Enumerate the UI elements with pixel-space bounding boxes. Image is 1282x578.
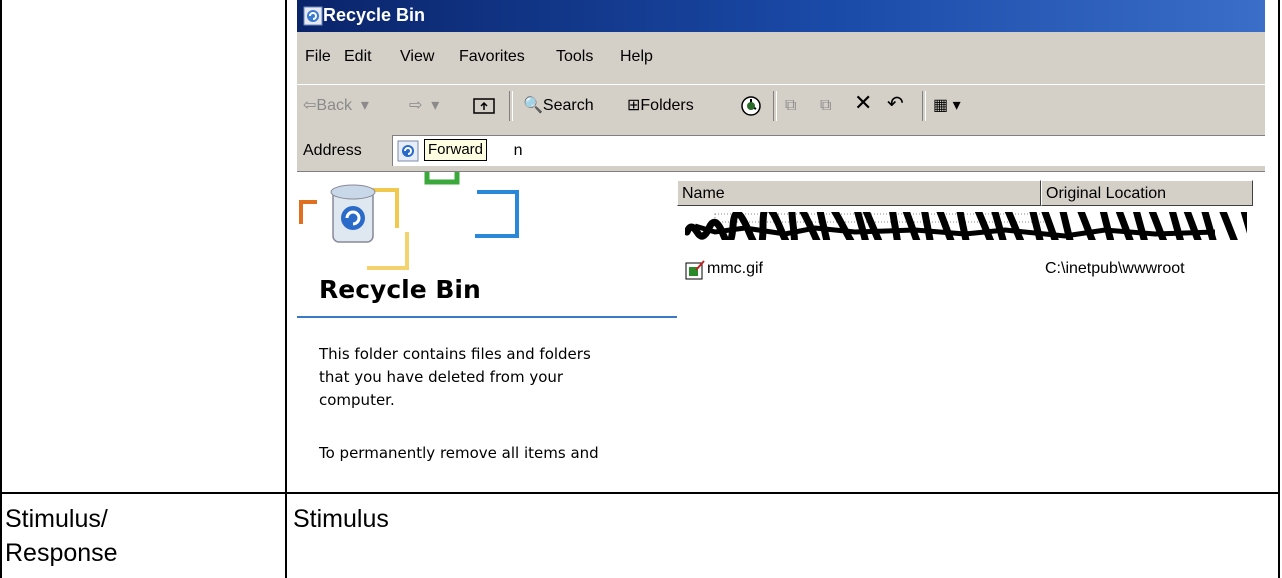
menu-file[interactable]: File	[305, 47, 331, 67]
pane-description: This folder contains files and folders t…	[319, 345, 591, 409]
address-field[interactable]: Rn Forward	[392, 135, 1265, 166]
delete-x-icon: ✕	[854, 90, 873, 115]
row-value: Stimulus	[293, 505, 389, 533]
list-item-location: C:\inetpub\wwwroot	[1045, 260, 1185, 277]
table-row-divider	[0, 492, 1280, 494]
forward-arrow-icon: ⇨	[409, 97, 423, 114]
content-area: Recycle Bin This folder contains files a…	[297, 172, 1265, 463]
views-button[interactable]: ▦ ▾	[933, 95, 961, 117]
pane-title: Recycle Bin	[319, 275, 481, 304]
back-dropdown-icon: ▾	[356, 97, 369, 114]
recycle-bin-icon	[303, 6, 323, 26]
gif-file-icon	[685, 260, 705, 280]
search-label: Search	[542, 97, 594, 114]
views-dropdown-icon: ▾	[952, 97, 961, 114]
up-folder-button[interactable]	[473, 95, 495, 122]
address-label: Address	[303, 142, 362, 159]
menu-bar: File Edit View Favorites Tools Help	[297, 32, 1265, 85]
copy-to-icon: ⧉	[820, 97, 832, 114]
forward-tooltip: Forward	[424, 139, 488, 161]
undo-icon: ↶	[887, 93, 904, 115]
recycle-bin-banner-icon	[299, 172, 519, 270]
menu-tools[interactable]: Tools	[556, 47, 593, 67]
folders-icon: ⊞	[627, 97, 641, 114]
undo-button[interactable]: ↶	[887, 93, 904, 115]
back-label: Back	[316, 97, 352, 114]
toolbar-separator	[773, 91, 777, 121]
move-to-button[interactable]: ⧉	[785, 95, 796, 117]
toolbar-separator	[922, 91, 926, 121]
standard-toolbar: ⇦Back ▾ ⇨ ▾ 🔍Search ⊞Folders ⧉ ⧉ ✕ ↶ ▦ ▾	[297, 85, 1265, 130]
column-header-original-location[interactable]: Original Location	[1041, 180, 1253, 206]
folders-button[interactable]: ⊞Folders	[627, 95, 694, 117]
search-button[interactable]: 🔍Search	[523, 95, 594, 117]
up-folder-icon	[473, 98, 495, 114]
address-bar: Address Rn Forward	[297, 129, 1265, 172]
menu-help[interactable]: Help	[620, 47, 653, 67]
history-button[interactable]	[740, 95, 762, 124]
redacted-row[interactable]	[685, 212, 1247, 240]
copy-to-button[interactable]: ⧉	[820, 95, 831, 117]
list-item-name[interactable]: mmc.gif	[707, 256, 763, 282]
delete-button[interactable]: ✕	[854, 92, 872, 114]
recycle-bin-small-icon	[397, 140, 419, 162]
info-pane: Recycle Bin This folder contains files a…	[297, 172, 677, 463]
pane-title-rule	[297, 316, 677, 318]
toolbar-separator	[509, 91, 513, 121]
views-icon: ▦	[933, 97, 949, 114]
file-list: Name Original Location mmc.gif C:\inetpu…	[677, 178, 1265, 463]
title-bar[interactable]: Recycle Bin	[297, 0, 1265, 32]
row-label-line1: Stimulus/	[5, 505, 108, 533]
search-icon: 🔍	[523, 97, 543, 114]
menu-favorites[interactable]: Favorites	[459, 47, 525, 67]
menu-edit[interactable]: Edit	[344, 47, 372, 67]
back-button[interactable]: ⇦Back ▾	[303, 95, 369, 117]
explorer-screenshot: Recycle Bin File Edit View Favorites Too…	[297, 0, 1265, 463]
folders-label: Folders	[640, 97, 694, 114]
menu-view[interactable]: View	[400, 47, 434, 67]
row-label-line2: Response	[5, 539, 118, 567]
move-to-icon: ⧉	[785, 97, 797, 114]
pane-description-cut: To permanently remove all items and	[319, 444, 599, 462]
history-icon	[741, 96, 761, 116]
back-arrow-icon: ⇦	[303, 97, 317, 114]
forward-dropdown-icon: ▾	[426, 97, 440, 114]
window-title: Recycle Bin	[323, 5, 426, 25]
column-header-name[interactable]: Name	[677, 180, 1041, 206]
forward-button[interactable]: ⇨ ▾	[409, 95, 439, 117]
